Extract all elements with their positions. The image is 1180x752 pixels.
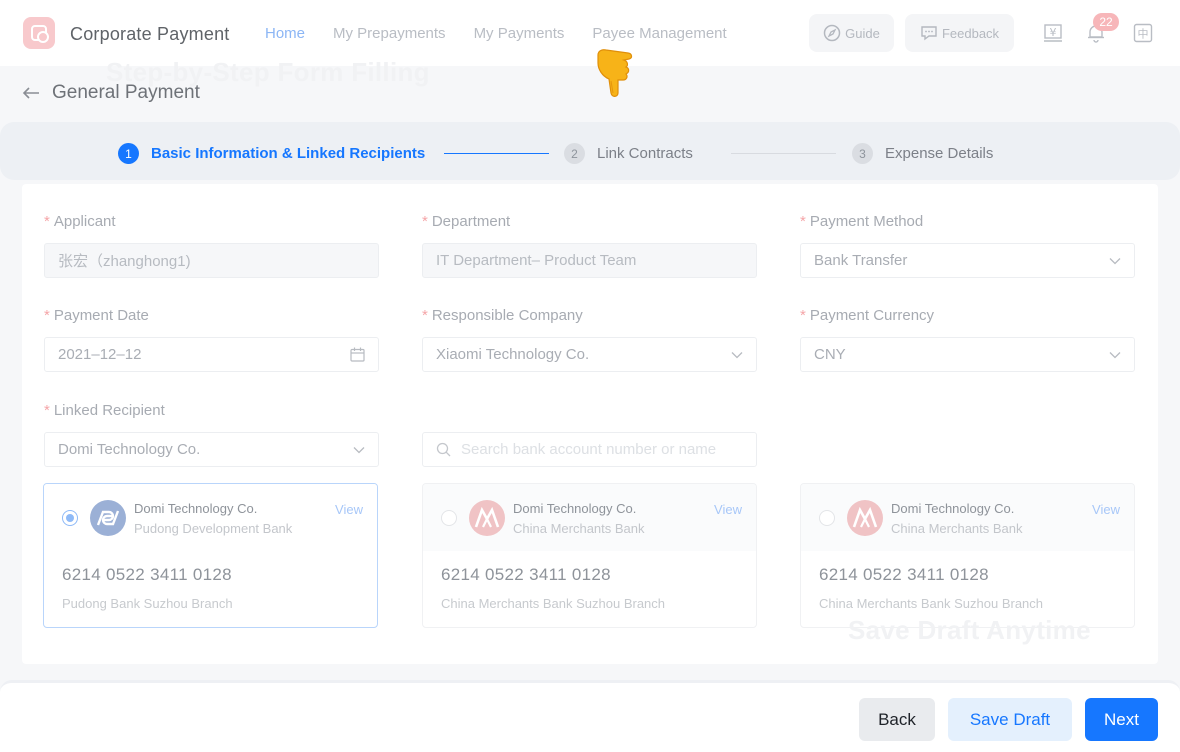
- next-button[interactable]: Next: [1085, 698, 1158, 741]
- recipient-name: Domi Technology Co.: [134, 501, 258, 516]
- currency-icon[interactable]: ¥: [1042, 22, 1064, 44]
- page-title-row: General Payment: [22, 82, 200, 104]
- cmb-bank-logo-icon: [847, 500, 883, 536]
- step-number: 2: [564, 143, 585, 164]
- nav-payee-management[interactable]: Payee Management: [592, 25, 726, 42]
- linked-recipient-label: * Linked Recipient: [44, 402, 165, 419]
- nav-my-prepayments[interactable]: My Prepayments: [333, 25, 446, 42]
- feedback-icon: [921, 26, 937, 41]
- back-arrow-icon[interactable]: [22, 86, 40, 100]
- recipient-card[interactable]: Domi Technology Co. Pudong Development B…: [43, 483, 378, 628]
- recipient-bank: China Merchants Bank: [513, 521, 645, 536]
- cmb-bank-logo-icon: [469, 500, 505, 536]
- recipient-branch: China Merchants Bank Suzhou Branch: [819, 596, 1044, 611]
- recipient-account-number: 6214 0522 3411 0128: [62, 565, 232, 584]
- spdb-bank-logo-icon: [90, 500, 126, 536]
- recipient-name: Domi Technology Co.: [891, 501, 1015, 516]
- step-label: Basic Information & Linked Recipients: [151, 145, 426, 162]
- guide-button[interactable]: Guide: [809, 14, 894, 52]
- step-label: Expense Details: [885, 145, 994, 162]
- responsible-company-label: * Responsible Company: [422, 307, 583, 324]
- bank-account-search-input[interactable]: Search bank account number or name: [422, 432, 757, 467]
- step-expense-details[interactable]: 3 Expense Details: [852, 143, 993, 164]
- calendar-icon: [350, 347, 365, 362]
- applicant-field: 张宏（zhanghong1): [44, 243, 379, 278]
- step-basic-information[interactable]: 1 Basic Information & Linked Recipients: [118, 143, 425, 164]
- step-progress-bar: 1 Basic Information & Linked Recipients …: [0, 122, 1180, 180]
- step-connector: [444, 153, 549, 154]
- notification-badge: 22: [1093, 13, 1119, 31]
- svg-text:中: 中: [1138, 28, 1149, 41]
- recipient-card[interactable]: Domi Technology Co. China Merchants Bank…: [800, 483, 1135, 628]
- step-number: 1: [118, 143, 139, 164]
- recipient-radio[interactable]: [819, 510, 835, 526]
- payment-method-label: * Payment Method: [800, 213, 924, 230]
- overlay-caption-bottom: Save Draft Anytime: [848, 615, 1091, 645]
- save-draft-button[interactable]: Save Draft: [948, 698, 1072, 741]
- svg-text:¥: ¥: [1050, 26, 1057, 39]
- app-title: Corporate Payment: [70, 24, 230, 44]
- department-field: IT Department– Product Team: [422, 243, 757, 278]
- recipient-view-link[interactable]: View: [1092, 502, 1120, 517]
- payment-date-picker[interactable]: 2021–12–12: [44, 337, 379, 372]
- step-connector: [731, 153, 836, 154]
- recipient-view-link[interactable]: View: [335, 502, 363, 517]
- recipient-radio[interactable]: [62, 510, 78, 526]
- recipient-name: Domi Technology Co.: [513, 501, 637, 516]
- recipient-branch: Pudong Bank Suzhou Branch: [62, 596, 233, 611]
- responsible-company-select[interactable]: Xiaomi Technology Co.: [422, 337, 757, 372]
- payment-form: * Applicant 张宏（zhanghong1) * Department IT…: [22, 184, 1158, 664]
- payment-currency-label: * Payment Currency: [800, 307, 935, 324]
- feedback-label: Feedback: [941, 25, 1000, 41]
- recipient-bank: China Merchants Bank: [891, 521, 1023, 536]
- pointing-hand-icon: [594, 41, 648, 104]
- guide-label: Guide: [845, 25, 880, 41]
- step-link-contracts[interactable]: 2 Link Contracts: [564, 143, 693, 164]
- applicant-label: * Applicant: [44, 213, 116, 230]
- app-logo[interactable]: [23, 17, 55, 49]
- language-switch-icon[interactable]: 中: [1132, 22, 1154, 44]
- back-button[interactable]: Back: [859, 698, 935, 741]
- recipient-view-link[interactable]: View: [714, 502, 742, 517]
- form-footer: Back Save Draft Next: [0, 680, 1180, 752]
- nav-home[interactable]: Home: [265, 25, 305, 42]
- payment-date-label: * Payment Date: [44, 307, 149, 324]
- chevron-down-icon: [353, 446, 365, 453]
- recipient-account-number: 6214 0522 3411 0128: [441, 565, 611, 584]
- recipient-bank: Pudong Development Bank: [134, 521, 293, 536]
- department-label: * Department: [422, 213, 511, 230]
- recipient-branch: China Merchants Bank Suzhou Branch: [441, 596, 666, 611]
- step-label: Link Contracts: [597, 145, 693, 162]
- feedback-button[interactable]: Feedback: [905, 14, 1014, 52]
- main-nav: Home My Prepayments My Payments Payee Ma…: [265, 25, 727, 42]
- recipient-card[interactable]: Domi Technology Co. China Merchants Bank…: [422, 483, 757, 628]
- payment-currency-select[interactable]: CNY: [800, 337, 1135, 372]
- linked-recipient-select[interactable]: Domi Technology Co.: [44, 432, 379, 467]
- page-title: General Payment: [52, 82, 200, 103]
- nav-my-payments[interactable]: My Payments: [474, 25, 565, 42]
- payment-method-select[interactable]: Bank Transfer: [800, 243, 1135, 278]
- compass-icon: [823, 24, 841, 42]
- step-number: 3: [852, 143, 873, 164]
- chevron-down-icon: [731, 351, 743, 358]
- recipient-radio[interactable]: [441, 510, 457, 526]
- search-icon: [436, 442, 451, 457]
- chevron-down-icon: [1109, 351, 1121, 358]
- recipient-account-number: 6214 0522 3411 0128: [819, 565, 989, 584]
- search-placeholder: Search bank account number or name: [461, 441, 717, 458]
- chevron-down-icon: [1109, 257, 1121, 264]
